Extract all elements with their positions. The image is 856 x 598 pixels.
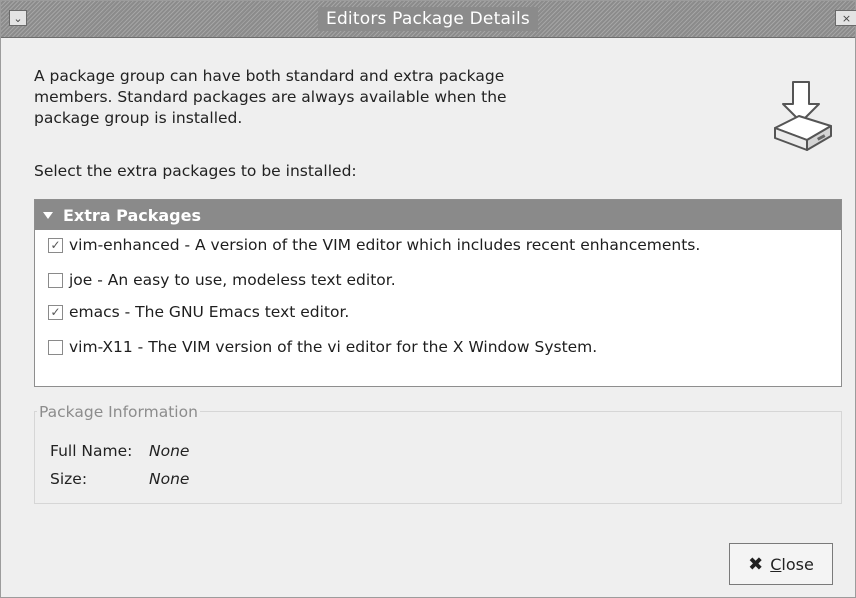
window-close-button[interactable]: × (835, 10, 856, 26)
window-title: Editors Package Details (318, 7, 538, 31)
package-checkbox[interactable] (48, 272, 63, 288)
package-information-legend: Package Information (37, 403, 200, 421)
package-install-icon (774, 81, 832, 151)
close-button-mnemonic: C (770, 554, 782, 574)
size-value: None (149, 470, 190, 488)
package-checkbox[interactable]: ✓ (48, 237, 63, 253)
package-row-vim-enhanced[interactable]: ✓ vim-enhanced - A version of the VIM ed… (48, 233, 700, 257)
description-line: members. Standard packages are always av… (34, 88, 507, 106)
full-name-label: Full Name: (50, 442, 133, 460)
package-row-vim-x11[interactable]: vim-X11 - The VIM version of the vi edit… (48, 335, 597, 359)
close-button-label-rest: lose (781, 554, 814, 574)
package-checkbox[interactable] (48, 339, 63, 355)
description-text: A package group can have both standard a… (34, 66, 594, 129)
select-extra-label: Select the extra packages to be installe… (34, 162, 357, 180)
editors-package-dialog: ⌄ Editors Package Details × A package gr… (0, 0, 856, 598)
extra-packages-title: Extra Packages (63, 205, 201, 225)
close-button-label: Close (770, 555, 814, 574)
title-bar[interactable]: ⌄ Editors Package Details × (1, 1, 856, 38)
package-label: vim-enhanced - A version of the VIM edit… (69, 236, 701, 254)
description-line: A package group can have both standard a… (34, 67, 505, 85)
package-label: emacs - The GNU Emacs text editor. (69, 303, 350, 321)
package-label: vim-X11 - The VIM version of the vi edit… (69, 338, 598, 356)
close-icon: × (841, 11, 852, 25)
package-row-emacs[interactable]: ✓ emacs - The GNU Emacs text editor. (48, 300, 349, 324)
description-line: package group is installed. (34, 109, 243, 127)
full-name-value: None (149, 442, 190, 460)
title-wrapper: Editors Package Details (1, 1, 855, 37)
package-row-joe[interactable]: joe - An easy to use, modeless text edit… (48, 268, 396, 292)
extra-packages-header[interactable]: Extra Packages (35, 200, 841, 230)
package-checkbox[interactable]: ✓ (48, 304, 63, 320)
package-label: joe - An easy to use, modeless text edit… (69, 271, 396, 289)
close-button[interactable]: ✖ Close (729, 543, 833, 585)
expander-triangle-icon[interactable] (43, 211, 53, 219)
size-label: Size: (50, 470, 88, 488)
close-x-icon: ✖ (748, 553, 764, 575)
